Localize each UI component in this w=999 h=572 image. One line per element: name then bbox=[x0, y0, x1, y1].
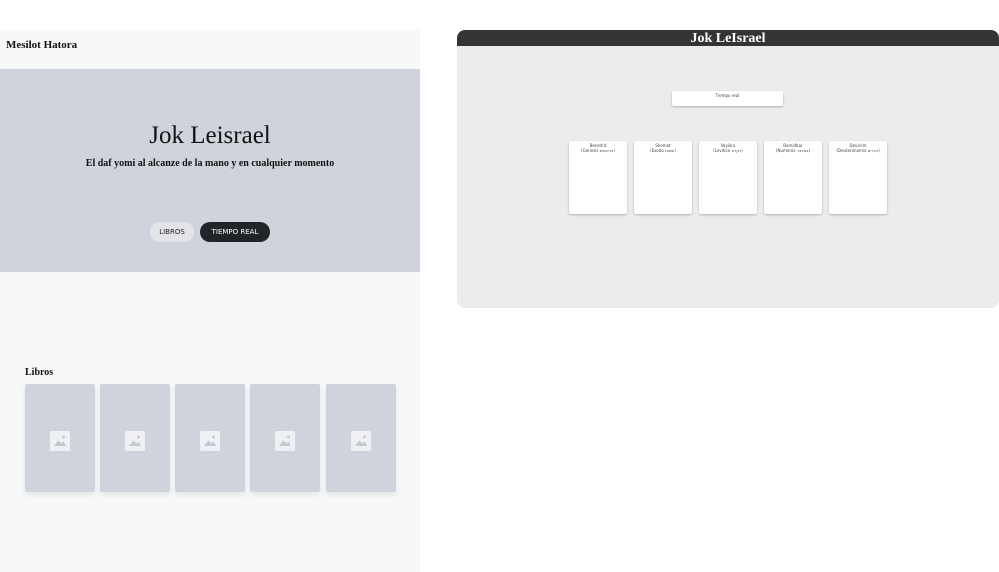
image-placeholder-icon bbox=[200, 431, 220, 451]
book-card-bamidbar[interactable]: Bamidbar (Numeros במדבר) bbox=[764, 141, 822, 214]
book-card[interactable] bbox=[250, 384, 320, 492]
hero-title: Jok Leisrael bbox=[149, 122, 271, 149]
tiempo-real-card-button[interactable]: Tiempo real bbox=[672, 91, 783, 106]
book-card-shemot[interactable]: Shemot (Exodo שמות) bbox=[634, 141, 692, 214]
image-placeholder-icon bbox=[275, 431, 295, 451]
brand-title[interactable]: Mesilot Hatora bbox=[6, 39, 77, 51]
book-card[interactable] bbox=[100, 384, 170, 492]
book-card-vayikra[interactable]: Vayikra (Levitico ויקרא) bbox=[699, 141, 757, 214]
book-card[interactable] bbox=[25, 384, 95, 492]
image-placeholder-icon bbox=[125, 431, 145, 451]
book-subtitle: (Genesis בראשית) bbox=[581, 148, 615, 153]
app-window: Jok LeIsrael Tiempo real Bereshit (Genes… bbox=[457, 30, 999, 308]
tiempo-real-button[interactable]: TIEMPO REAL bbox=[200, 222, 270, 242]
image-placeholder-icon bbox=[351, 431, 371, 451]
book-card-devarim[interactable]: Devarim (Deuteronomio דברים) bbox=[829, 141, 887, 214]
window-title: Jok LeIsrael bbox=[690, 31, 766, 46]
book-card-bereshit[interactable]: Bereshit (Genesis בראשית) bbox=[569, 141, 627, 214]
image-placeholder-icon bbox=[50, 431, 70, 451]
landing-page: Mesilot Hatora Jok Leisrael El daf yomi … bbox=[0, 30, 420, 572]
book-subtitle: (Deuteronomio דברים) bbox=[836, 148, 880, 153]
book-subtitle: (Levitico ויקרא) bbox=[713, 148, 743, 153]
hero-section: Jok Leisrael El daf yomi al alcanze de l… bbox=[0, 69, 420, 272]
book-subtitle: (Numeros במדבר) bbox=[775, 148, 811, 153]
book-subtitle: (Exodo שמות) bbox=[650, 148, 676, 153]
book-card[interactable] bbox=[326, 384, 396, 492]
libros-button[interactable]: LIBROS bbox=[150, 222, 194, 242]
book-card[interactable] bbox=[175, 384, 245, 492]
libros-heading: Libros bbox=[25, 367, 54, 378]
hero-subtitle: El daf yomi al alcanze de la mano y en c… bbox=[85, 158, 335, 169]
